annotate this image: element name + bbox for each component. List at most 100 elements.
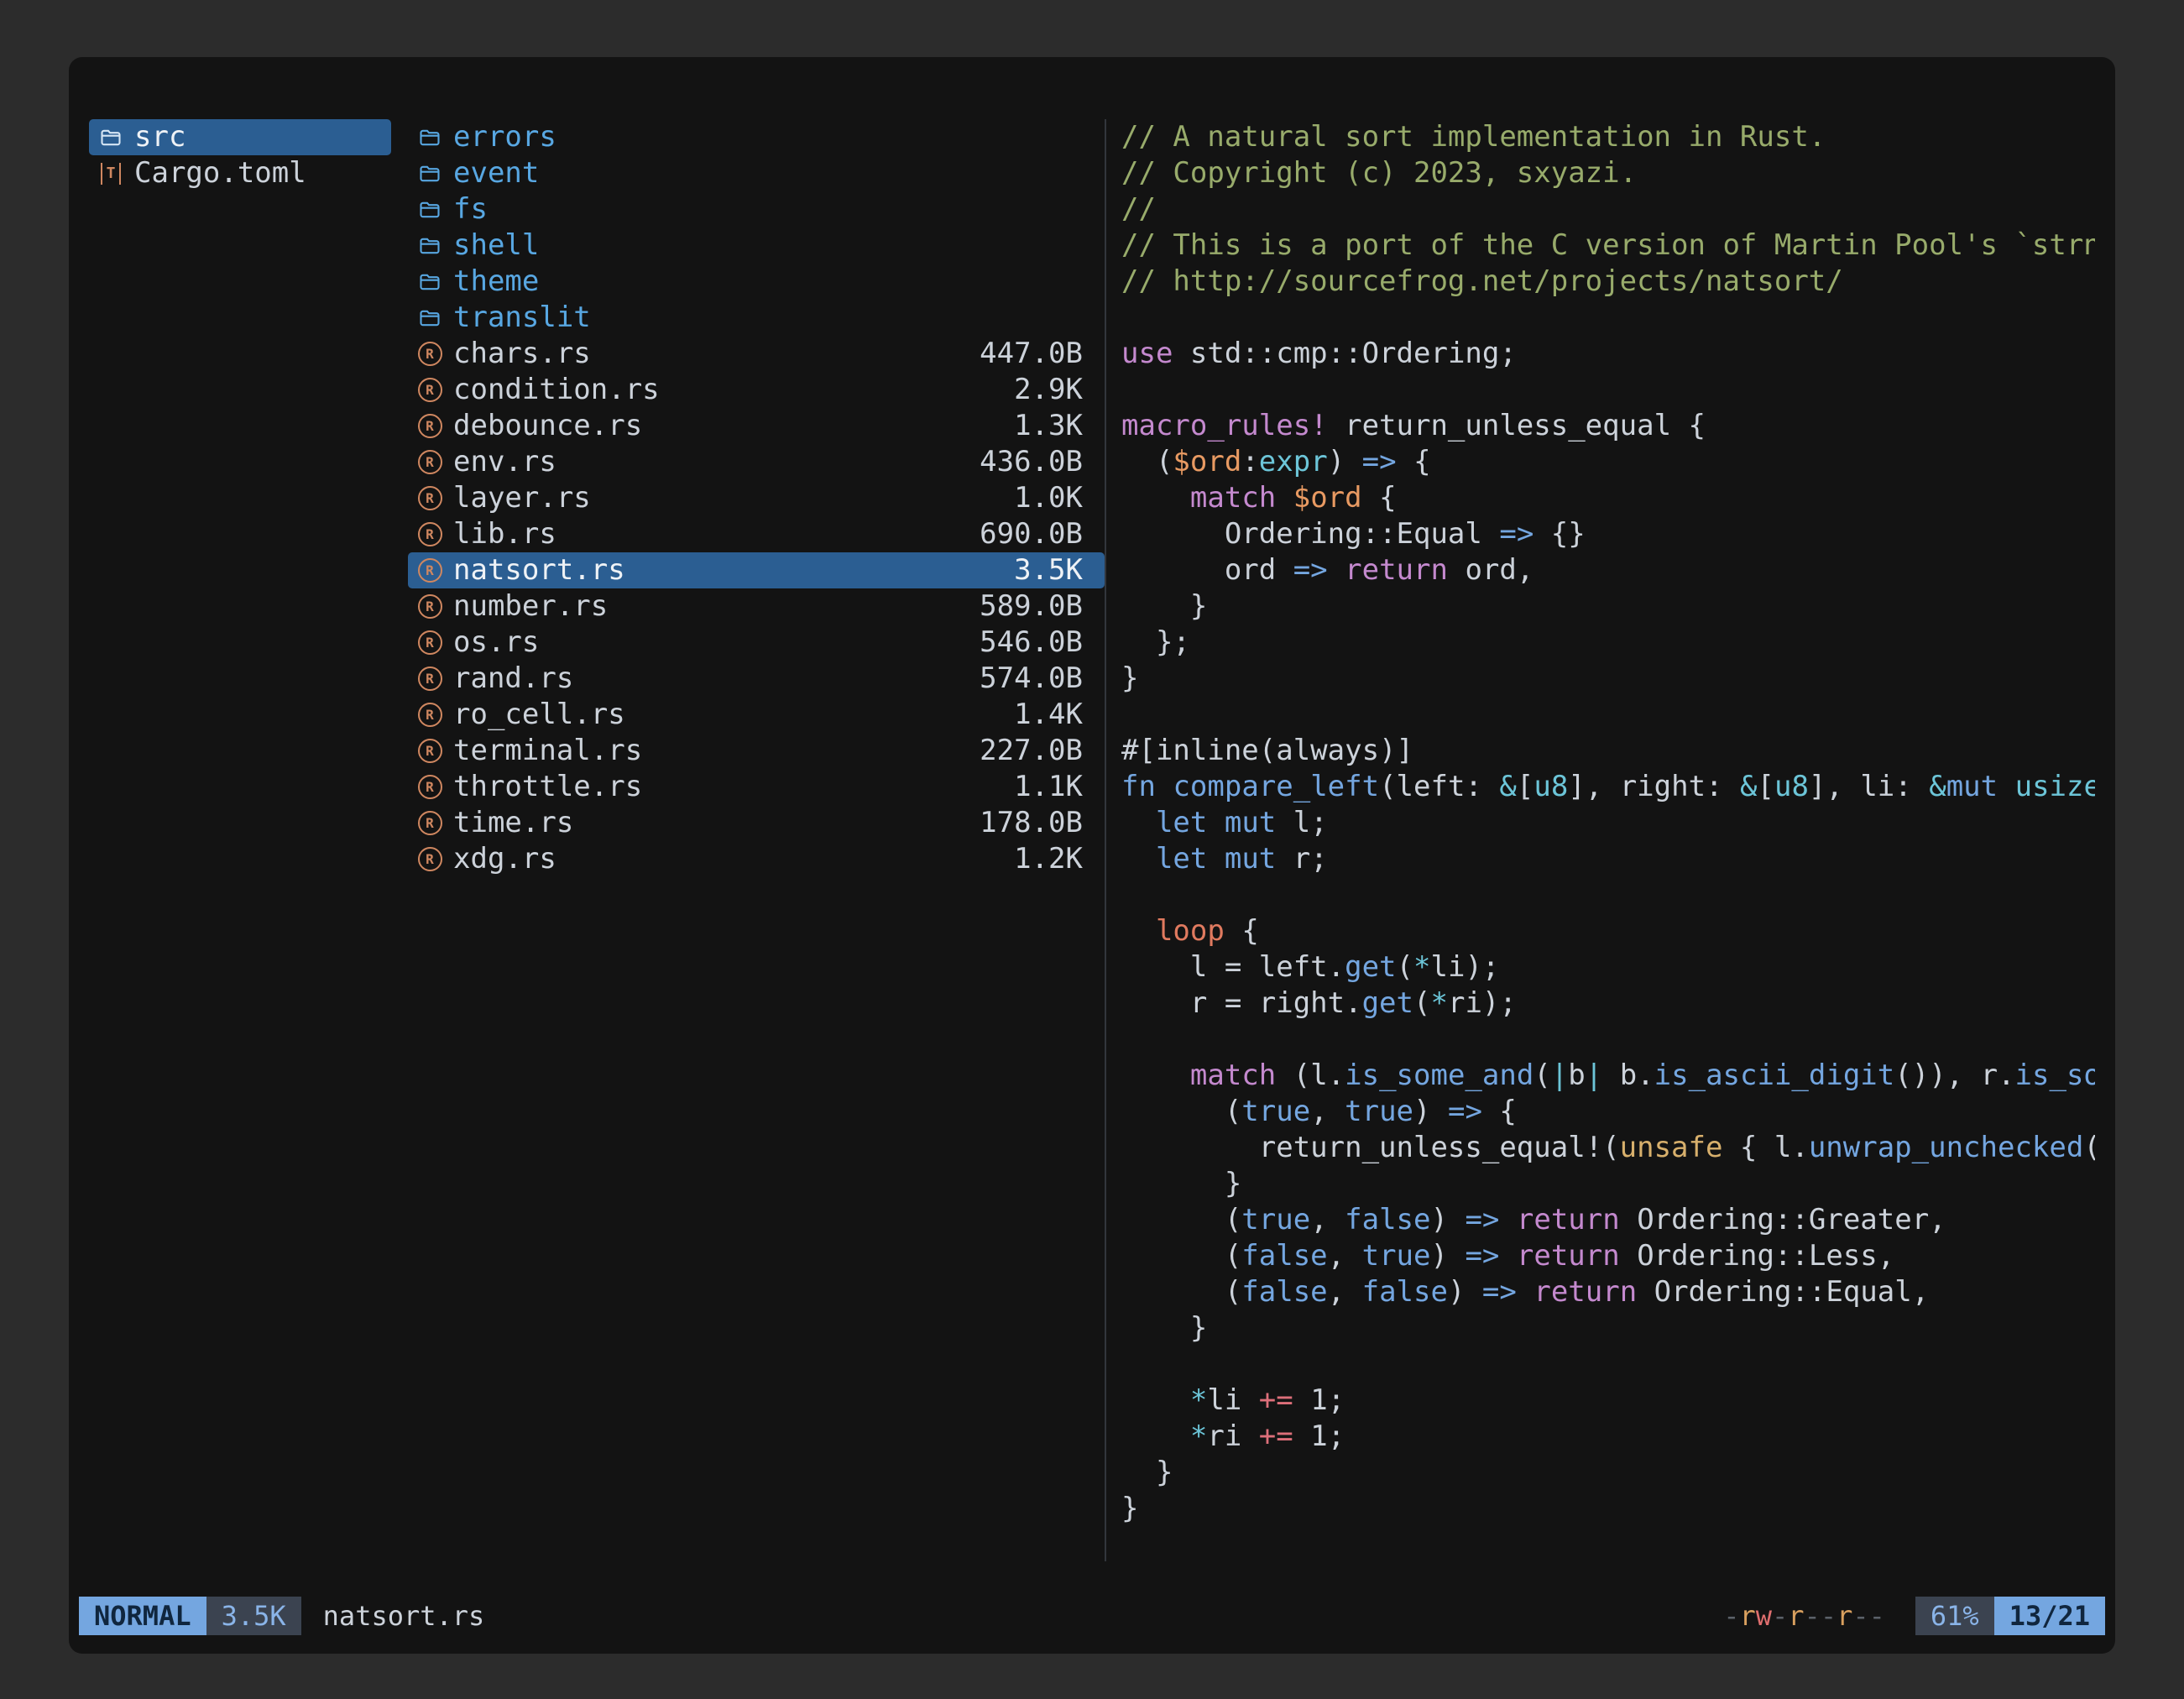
status-right: -rw-r--r-- 61% 13/21 xyxy=(1723,1597,2105,1635)
item-size: 1.4K xyxy=(1014,697,1083,733)
item-label: shell xyxy=(453,227,539,264)
folder-icon xyxy=(416,305,443,332)
file-item-chars.rs[interactable]: Rchars.rs 447.0B xyxy=(408,336,1105,372)
dir-item-shell[interactable]: shell xyxy=(408,227,1105,264)
code-line: *li += 1; xyxy=(1121,1383,2095,1419)
file-item-throttle.rs[interactable]: Rthrottle.rs 1.1K xyxy=(408,769,1105,805)
code-line: Ordering::Equal => {} xyxy=(1121,516,2095,552)
folder-icon xyxy=(416,124,443,151)
code-line: fn compare_left(left: &[u8], right: &[u8… xyxy=(1121,769,2095,805)
item-label: os.rs xyxy=(453,625,539,661)
rust-file-icon: R xyxy=(416,593,443,620)
code-line: }; xyxy=(1121,625,2095,661)
item-label: src xyxy=(134,119,185,155)
item-label: throttle.rs xyxy=(453,769,642,805)
code-line: } xyxy=(1121,588,2095,625)
item-size: 1.1K xyxy=(1014,769,1083,805)
rust-file-icon: R xyxy=(416,702,443,729)
code-line: (false, false) => return Ordering::Equal… xyxy=(1121,1274,2095,1310)
file-item-condition.rs[interactable]: Rcondition.rs2.9K xyxy=(408,372,1105,408)
rust-file-icon: R xyxy=(416,738,443,765)
code-line: *ri += 1; xyxy=(1121,1419,2095,1455)
item-label: Cargo.toml xyxy=(134,155,306,191)
item-size: 447.0B xyxy=(980,336,1083,372)
file-item-layer.rs[interactable]: Rlayer.rs 1.0K xyxy=(408,480,1105,516)
file-item-Cargo.toml[interactable]: T Cargo.toml xyxy=(89,155,391,191)
mode-badge: NORMAL xyxy=(79,1597,206,1635)
file-item-lib.rs[interactable]: Rlib.rs690.0B xyxy=(408,516,1105,552)
code-line xyxy=(1121,1346,2095,1383)
dir-item-fs[interactable]: fs xyxy=(408,191,1105,227)
item-size: 178.0B xyxy=(980,805,1083,841)
rust-file-icon: R xyxy=(416,341,443,368)
item-label: xdg.rs xyxy=(453,841,556,877)
item-label: event xyxy=(453,155,539,191)
folder-icon xyxy=(416,233,443,259)
code-line: loop { xyxy=(1121,913,2095,949)
folder-icon xyxy=(416,196,443,223)
code-line xyxy=(1121,1022,2095,1058)
item-label: ro_cell.rs xyxy=(453,697,625,733)
code-line: return_unless_equal!(unsafe { l.unwrap_u… xyxy=(1121,1130,2095,1166)
item-label: natsort.rs xyxy=(453,552,625,588)
file-item-number.rs[interactable]: Rnumber.rs589.0B xyxy=(408,588,1105,625)
dir-item-theme[interactable]: theme xyxy=(408,264,1105,300)
file-item-terminal.rs[interactable]: Rterminal.rs227.0B xyxy=(408,733,1105,769)
item-size: 1.2K xyxy=(1014,841,1083,877)
file-item-ro_cell.rs[interactable]: Rro_cell.rs 1.4K xyxy=(408,697,1105,733)
folder-icon xyxy=(416,160,443,187)
file-item-debounce.rs[interactable]: Rdebounce.rs1.3K xyxy=(408,408,1105,444)
code-line: // This is a port of the C version of Ma… xyxy=(1121,227,2095,264)
code-line xyxy=(1121,372,2095,408)
parent-pane[interactable]: src T Cargo.toml xyxy=(89,119,391,1561)
file-item-time.rs[interactable]: Rtime.rs178.0B xyxy=(408,805,1105,841)
code-line: } xyxy=(1121,661,2095,697)
item-size: 546.0B xyxy=(980,625,1083,661)
code-line: ($ord:expr) => { xyxy=(1121,444,2095,480)
item-size: 574.0B xyxy=(980,661,1083,697)
rust-file-icon: R xyxy=(416,449,443,476)
code-line: // A natural sort implementation in Rust… xyxy=(1121,119,2095,155)
file-item-os.rs[interactable]: Ros.rs 546.0B xyxy=(408,625,1105,661)
rust-file-icon: R xyxy=(416,485,443,512)
current-pane[interactable]: errorseventfsshellthemetranslitRchars.rs… xyxy=(408,119,1106,1561)
percent-badge: 61% xyxy=(1915,1597,1994,1635)
rust-file-icon: R xyxy=(416,413,443,440)
item-label: lib.rs xyxy=(453,516,556,552)
item-label: layer.rs xyxy=(453,480,591,516)
code-line: let mut l; xyxy=(1121,805,2095,841)
code-line: (true, false) => return Ordering::Greate… xyxy=(1121,1202,2095,1238)
item-label: translit xyxy=(453,300,591,336)
dir-item-src[interactable]: src xyxy=(89,119,391,155)
file-item-rand.rs[interactable]: Rrand.rs574.0B xyxy=(408,661,1105,697)
rust-file-icon: R xyxy=(416,557,443,584)
item-label: chars.rs xyxy=(453,336,591,372)
item-size: 1.0K xyxy=(1014,480,1083,516)
rust-file-icon: R xyxy=(416,630,443,656)
item-size: 1.3K xyxy=(1014,408,1083,444)
file-item-natsort.rs[interactable]: Rnatsort.rs 3.5K xyxy=(408,552,1105,588)
item-size: 589.0B xyxy=(980,588,1083,625)
file-item-xdg.rs[interactable]: Rxdg.rs1.2K xyxy=(408,841,1105,877)
preview-pane[interactable]: // A natural sort implementation in Rust… xyxy=(1106,119,2095,1561)
code-line: // Copyright (c) 2023, sxyazi. xyxy=(1121,155,2095,191)
status-filename: natsort.rs xyxy=(323,1600,485,1632)
rust-file-icon: R xyxy=(416,666,443,693)
item-size: 3.5K xyxy=(1014,552,1083,588)
dir-item-translit[interactable]: translit xyxy=(408,300,1105,336)
dir-item-event[interactable]: event xyxy=(408,155,1105,191)
rust-file-icon: R xyxy=(416,521,443,548)
code-line: } xyxy=(1121,1491,2095,1527)
dir-item-errors[interactable]: errors xyxy=(408,119,1105,155)
toml-file-icon: T xyxy=(97,160,124,187)
file-item-env.rs[interactable]: Renv.rs436.0B xyxy=(408,444,1105,480)
item-label: errors xyxy=(453,119,556,155)
code-line: } xyxy=(1121,1310,2095,1346)
item-label: terminal.rs xyxy=(453,733,642,769)
code-line: #[inline(always)] xyxy=(1121,733,2095,769)
code-line xyxy=(1121,300,2095,336)
code-line: (false, true) => return Ordering::Less, xyxy=(1121,1238,2095,1274)
rust-file-icon: R xyxy=(416,774,443,801)
rust-file-icon: R xyxy=(416,810,443,837)
code-line: l = left.get(*li); xyxy=(1121,949,2095,985)
